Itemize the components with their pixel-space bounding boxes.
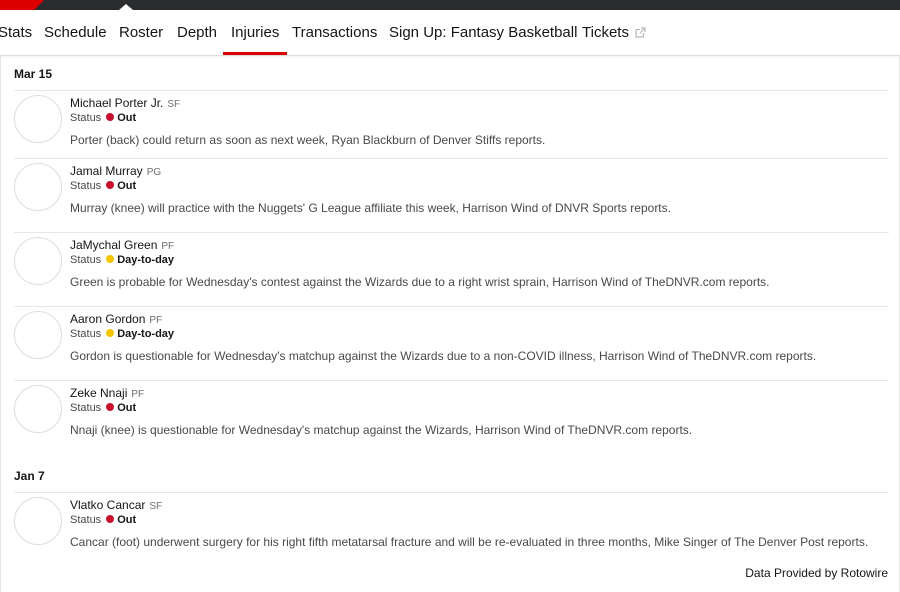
status-label: Status — [70, 112, 102, 124]
nav-transactions[interactable]: Transactions — [292, 10, 377, 55]
date-header: Jan 7 — [14, 469, 45, 483]
nav-stats[interactable]: Stats — [0, 10, 32, 55]
status-value: Out — [117, 112, 137, 124]
status-day-to-day-dot-icon — [106, 255, 115, 263]
injury-note: Cancar (foot) underwent surgery for his … — [70, 535, 869, 549]
status-line: Status Out — [70, 112, 136, 124]
injury-note: Gordon is questionable for Wednesday's m… — [70, 349, 817, 363]
injury-note: Porter (back) could return as soon as ne… — [70, 133, 546, 147]
player-name-line: Aaron Gordon PF — [70, 312, 162, 326]
injury-row: Vlatko Cancar SF Status Out Cancar (foot) … — [14, 492, 889, 552]
injury-row: Zeke Nnaji PF Status Out Nnaji (knee) is q… — [14, 380, 889, 454]
status-value: Out — [117, 180, 137, 192]
status-day-to-day-dot-icon — [106, 329, 115, 337]
player-headshot — [14, 385, 62, 433]
injury-row: Jamal Murray PG Status Out Murray (knee) w… — [14, 158, 889, 232]
player-name-line: Vlatko Cancar SF — [70, 498, 162, 512]
player-position: PF — [161, 241, 175, 252]
player-name[interactable]: Jamal Murray — [70, 164, 143, 178]
status-label: Status — [70, 402, 102, 414]
player-name-line: Zeke Nnaji PF — [70, 386, 144, 400]
data-credit: Data Provided by Rotowire — [745, 566, 888, 580]
player-name-line: Michael Porter Jr. SF — [70, 96, 180, 110]
player-headshot — [14, 497, 62, 545]
nav-tickets-label: Tickets — [582, 24, 629, 41]
status-out-dot-icon — [106, 181, 115, 189]
status-line: Status Out — [70, 402, 136, 414]
date-header: Mar 15 — [14, 67, 53, 81]
player-name[interactable]: JaMychal Green — [70, 238, 157, 252]
injury-row: Aaron Gordon PF Status Day-to-day Gordon i… — [14, 306, 889, 380]
status-line: Status Day-to-day — [70, 254, 174, 266]
status-out-dot-icon — [106, 403, 115, 411]
player-position: SF — [149, 501, 163, 512]
injuries-panel: Mar 15 Michael Porter Jr. SF Status Out Po… — [0, 56, 900, 592]
status-out-dot-icon — [106, 113, 115, 121]
nav-injuries[interactable]: Injuries — [223, 10, 288, 55]
status-label: Status — [70, 328, 102, 340]
status-out-dot-icon — [106, 515, 115, 523]
player-headshot — [14, 311, 62, 359]
status-value: Out — [117, 514, 137, 526]
injury-note: Green is probable for Wednesday's contes… — [70, 275, 770, 289]
player-name[interactable]: Zeke Nnaji — [70, 386, 127, 400]
status-line: Status Day-to-day — [70, 328, 174, 340]
status-value: Day-to-day — [117, 254, 175, 266]
player-name-line: Jamal Murray PG — [70, 164, 161, 178]
status-line: Status Out — [70, 180, 136, 192]
injury-note: Murray (knee) will practice with the Nug… — [70, 201, 671, 215]
nav-roster[interactable]: Roster — [119, 10, 163, 55]
player-name[interactable]: Aaron Gordon — [70, 312, 145, 326]
injury-note: Nnaji (knee) is questionable for Wednesd… — [70, 423, 693, 437]
player-headshot — [14, 163, 62, 211]
nav-schedule[interactable]: Schedule — [44, 10, 107, 55]
status-line: Status Out — [70, 514, 136, 526]
player-name[interactable]: Vlatko Cancar — [70, 498, 145, 512]
status-value: Out — [117, 402, 137, 414]
top-bar — [0, 0, 900, 10]
injury-row: Michael Porter Jr. SF Status Out Porter (b… — [14, 90, 889, 164]
nav-depth[interactable]: Depth — [177, 10, 217, 55]
status-label: Status — [70, 180, 102, 192]
status-label: Status — [70, 514, 102, 526]
player-headshot — [14, 237, 62, 285]
brand-accent — [0, 0, 44, 10]
player-position: PG — [146, 167, 162, 178]
external-link-icon — [635, 27, 646, 38]
nav-tickets[interactable]: Tickets — [582, 10, 646, 55]
status-label: Status — [70, 254, 102, 266]
status-value: Day-to-day — [117, 328, 175, 340]
player-position: PF — [131, 389, 145, 400]
team-nav: Stats Schedule Roster Depth Injuries Tra… — [0, 10, 900, 56]
injury-row: JaMychal Green PF Status Day-to-day Green … — [14, 232, 889, 306]
nav-fantasy-signup[interactable]: Sign Up: Fantasy Basketball — [389, 10, 577, 55]
player-headshot — [14, 95, 62, 143]
player-position: PF — [149, 315, 163, 326]
player-name[interactable]: Michael Porter Jr. — [70, 96, 163, 110]
player-name-line: JaMychal Green PF — [70, 238, 174, 252]
player-position: SF — [167, 99, 181, 110]
